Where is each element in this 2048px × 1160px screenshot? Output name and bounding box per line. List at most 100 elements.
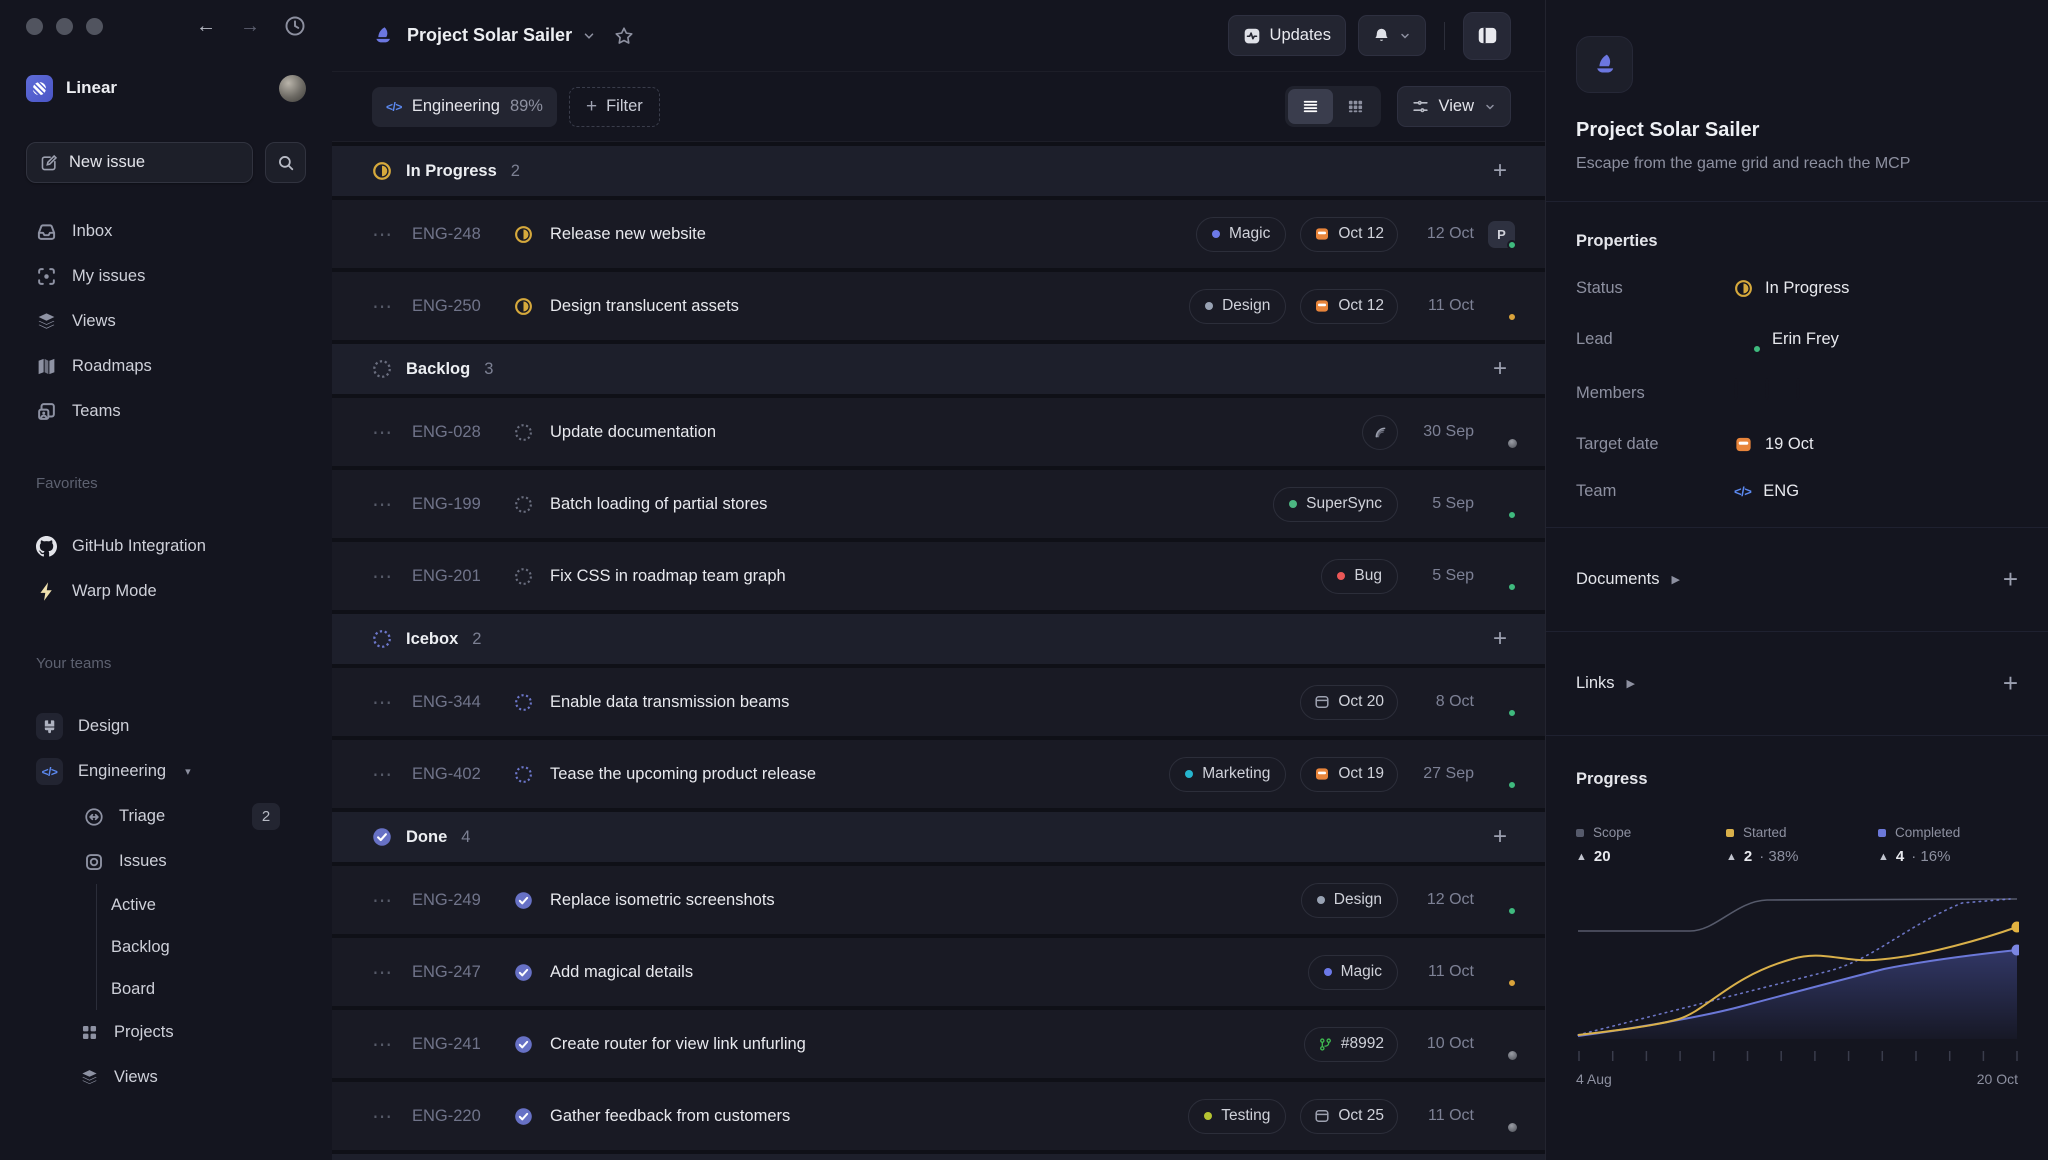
- sidebar-item-triage[interactable]: Triage 2: [0, 794, 332, 839]
- favorite-github-integration[interactable]: GitHub Integration: [0, 524, 332, 569]
- label-chip[interactable]: Testing: [1188, 1098, 1287, 1134]
- label-chip[interactable]: Design: [1300, 882, 1398, 918]
- add-issue-button[interactable]: +: [1493, 627, 1507, 651]
- sidebar-item-issues[interactable]: Issues: [0, 839, 332, 884]
- members-value[interactable]: [1734, 378, 1823, 407]
- issue-title[interactable]: Update documentation: [550, 423, 716, 442]
- list-view-button[interactable]: [1287, 89, 1333, 124]
- issue-row[interactable]: ⋯ ENG-247 Add magical details Magic 11 O…: [332, 938, 1545, 1006]
- in-progress-status-icon[interactable]: [514, 225, 533, 244]
- issue-title[interactable]: Fix CSS in roadmap team graph: [550, 567, 786, 586]
- add-issue-button[interactable]: +: [1493, 825, 1507, 849]
- label-chip[interactable]: Magic: [1307, 954, 1398, 990]
- nav-forward-icon[interactable]: →: [240, 16, 260, 36]
- issue-row[interactable]: ⋯ ENG-201 Fix CSS in roadmap team graph …: [332, 542, 1545, 610]
- signal-attachment-chip[interactable]: [1362, 414, 1398, 450]
- issue-title[interactable]: Batch loading of partial stores: [550, 495, 767, 514]
- status-value[interactable]: In Progress: [1734, 279, 1849, 298]
- add-document-button[interactable]: +: [2003, 564, 2018, 595]
- assignee-avatar[interactable]: [1488, 959, 1517, 988]
- label-chip[interactable]: Magic: [1195, 216, 1287, 252]
- right-panel-toggle-button[interactable]: [1463, 11, 1511, 60]
- drag-handle-icon[interactable]: ⋯: [372, 762, 412, 787]
- done-status-icon[interactable]: [514, 963, 533, 982]
- backlog-status-icon[interactable]: [514, 567, 533, 586]
- icebox-status-icon[interactable]: [514, 693, 533, 712]
- assignee-avatar[interactable]: [1488, 887, 1517, 916]
- assignee-avatar[interactable]: [1488, 419, 1519, 450]
- due-date-chip[interactable]: Oct 25: [1300, 1098, 1398, 1134]
- issue-row[interactable]: ⋯ ENG-241 Create router for view link un…: [332, 1010, 1545, 1078]
- sidebar-item-my-issues[interactable]: My issues: [0, 254, 332, 299]
- drag-handle-icon[interactable]: ⋯: [372, 420, 412, 445]
- assignee-avatar[interactable]: P: [1488, 220, 1517, 250]
- due-date-chip[interactable]: Oct 20: [1300, 684, 1398, 720]
- issue-title[interactable]: Add magical details: [550, 963, 693, 982]
- issue-title[interactable]: Release new website: [550, 225, 706, 244]
- sidebar-item-views[interactable]: Views: [0, 299, 332, 344]
- sidebar-item-backlog[interactable]: Backlog: [97, 926, 332, 968]
- sidebar-item-team-views[interactable]: Views: [0, 1055, 332, 1100]
- due-date-chip[interactable]: Oct 12: [1300, 216, 1398, 252]
- lead-value[interactable]: Erin Frey: [1734, 326, 1839, 354]
- documents-section[interactable]: Documents ▶ +: [1546, 528, 2048, 632]
- issue-row[interactable]: ⋯ ENG-402 Tease the upcoming product rel…: [332, 740, 1545, 808]
- favorite-star-icon[interactable]: [614, 26, 634, 46]
- label-chip[interactable]: Design: [1189, 288, 1287, 324]
- sidebar-item-board[interactable]: Board: [97, 968, 332, 1010]
- add-issue-button[interactable]: +: [1493, 357, 1507, 381]
- target-date-value[interactable]: 19 Oct: [1734, 435, 1814, 454]
- sidebar-item-inbox[interactable]: Inbox: [0, 209, 332, 254]
- updates-button[interactable]: Updates: [1227, 15, 1346, 56]
- label-chip[interactable]: Marketing: [1169, 756, 1287, 792]
- new-issue-button[interactable]: New issue: [26, 142, 253, 183]
- sidebar-item-active[interactable]: Active: [97, 884, 332, 926]
- done-status-icon[interactable]: [514, 891, 533, 910]
- workspace-switcher[interactable]: Linear: [0, 66, 332, 110]
- drag-handle-icon[interactable]: ⋯: [372, 888, 412, 913]
- assignee-avatar[interactable]: [1488, 689, 1517, 718]
- assignee-avatar[interactable]: [1488, 761, 1517, 790]
- chevron-down-icon[interactable]: ▾: [185, 765, 191, 778]
- assignee-avatar[interactable]: [1488, 1103, 1519, 1134]
- drag-handle-icon[interactable]: ⋯: [372, 690, 412, 715]
- add-issue-button[interactable]: +: [1493, 159, 1507, 183]
- issue-title[interactable]: Gather feedback from customers: [550, 1107, 790, 1126]
- drag-handle-icon[interactable]: ⋯: [372, 1032, 412, 1057]
- in-progress-status-icon[interactable]: [514, 297, 533, 316]
- links-section[interactable]: Links ▶ +: [1546, 632, 2048, 736]
- due-date-chip[interactable]: Oct 19: [1300, 756, 1398, 792]
- issue-row[interactable]: ⋯ ENG-249 Replace isometric screenshots …: [332, 866, 1545, 934]
- icebox-status-icon[interactable]: [514, 765, 533, 784]
- drag-handle-icon[interactable]: ⋯: [372, 222, 412, 247]
- drag-handle-icon[interactable]: ⋯: [372, 1104, 412, 1129]
- user-avatar[interactable]: [279, 74, 306, 102]
- drag-handle-icon[interactable]: ⋯: [372, 492, 412, 517]
- sidebar-item-roadmaps[interactable]: Roadmaps: [0, 344, 332, 389]
- label-chip[interactable]: SuperSync: [1273, 486, 1398, 522]
- team-value[interactable]: </> ENG: [1734, 482, 1799, 501]
- project-description[interactable]: Escape from the game grid and reach the …: [1576, 155, 2018, 173]
- issue-row[interactable]: ⋯ ENG-250 Design translucent assets Desi…: [332, 272, 1545, 340]
- issue-row[interactable]: ⋯ ENG-220 Gather feedback from customers…: [332, 1082, 1545, 1150]
- drag-handle-icon[interactable]: ⋯: [372, 294, 412, 319]
- team-design[interactable]: Design: [0, 704, 332, 749]
- issue-title[interactable]: Replace isometric screenshots: [550, 891, 775, 910]
- issue-title[interactable]: Enable data transmission beams: [550, 693, 789, 712]
- issue-row[interactable]: ⋯ ENG-028 Update documentation 30 Sep: [332, 398, 1545, 466]
- sidebar-item-teams[interactable]: Teams: [0, 389, 332, 434]
- notifications-button[interactable]: [1358, 15, 1426, 56]
- issue-title[interactable]: Design translucent assets: [550, 297, 739, 316]
- issue-row[interactable]: ⋯ ENG-344 Enable data transmission beams…: [332, 668, 1545, 736]
- issue-row[interactable]: ⋯ ENG-248 Release new website Magic Oct …: [332, 200, 1545, 268]
- team-filter-chip[interactable]: </> Engineering 89%: [372, 86, 557, 127]
- board-view-button[interactable]: [1333, 89, 1378, 124]
- window-dot-minimize[interactable]: [56, 17, 73, 35]
- history-clock-icon[interactable]: [284, 15, 306, 37]
- label-chip[interactable]: Bug: [1321, 558, 1398, 594]
- add-filter-button[interactable]: + Filter: [568, 86, 660, 127]
- drag-handle-icon[interactable]: ⋯: [372, 564, 412, 589]
- assignee-avatar[interactable]: [1488, 491, 1517, 520]
- chevron-down-icon[interactable]: [582, 29, 596, 43]
- issue-title[interactable]: Tease the upcoming product release: [550, 765, 816, 784]
